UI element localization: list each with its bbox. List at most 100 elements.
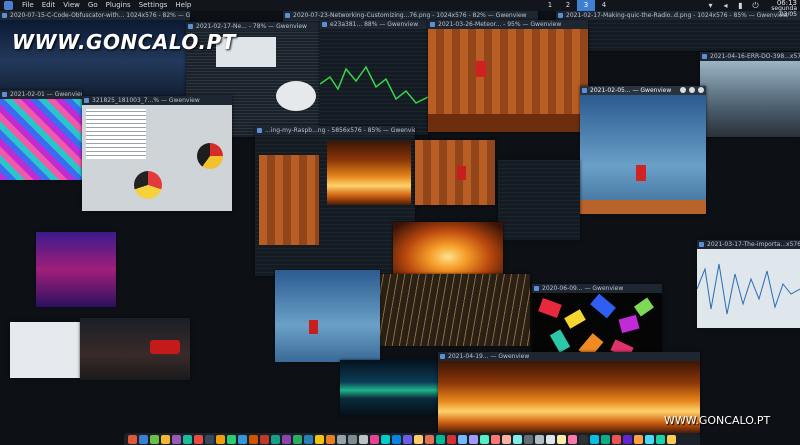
dock-app-icon[interactable] — [150, 434, 159, 444]
dock-app-icon[interactable] — [612, 434, 621, 444]
workspace-1[interactable]: 1 — [541, 0, 559, 11]
dock-app-icon[interactable] — [436, 434, 445, 444]
dock-app-icon[interactable] — [425, 434, 434, 444]
dock-app-icon[interactable] — [579, 434, 588, 444]
maximize-button[interactable] — [689, 87, 695, 93]
menu-file[interactable]: File — [18, 0, 38, 11]
gwenview-icon[interactable] — [4, 1, 13, 10]
dock-app-icon[interactable] — [216, 434, 225, 444]
dock-app-icon[interactable] — [128, 434, 137, 444]
dock-app-icon[interactable] — [414, 434, 423, 444]
workspace-2[interactable]: 2 — [559, 0, 577, 11]
dock-app-icon[interactable] — [447, 434, 456, 444]
dock-app-icon[interactable] — [656, 434, 665, 444]
dock-app-icon[interactable] — [535, 434, 544, 444]
dock-app-icon[interactable] — [205, 434, 214, 444]
window-321825[interactable]: 321825_181003_7...% — Gwenview — [82, 96, 232, 211]
window-karts[interactable] — [80, 318, 190, 380]
dock-app-icon[interactable] — [359, 434, 368, 444]
dock-app-icon[interactable] — [326, 434, 335, 444]
menu-plugins[interactable]: Plugins — [102, 0, 135, 11]
window-aurora[interactable] — [340, 360, 438, 415]
dock-app-icon[interactable] — [557, 434, 566, 444]
menu-help[interactable]: Help — [171, 0, 195, 11]
window-content — [380, 274, 530, 346]
window-e23a[interactable]: e23a381... 88% — Gwenview — [320, 20, 428, 135]
window-dna[interactable] — [275, 270, 380, 362]
dock — [124, 433, 700, 445]
minimize-button[interactable] — [680, 87, 686, 93]
dock-app-icon[interactable] — [161, 434, 170, 444]
dock-app-icon[interactable] — [546, 434, 555, 444]
window-content — [438, 361, 700, 433]
mario-sprite — [309, 320, 318, 334]
dock-app-icon[interactable] — [469, 434, 478, 444]
menu-settings[interactable]: Settings — [135, 0, 172, 11]
clock[interactable]: 06:13 segunda 03/05 — [761, 0, 797, 18]
window-content — [275, 270, 380, 362]
window-2021-04-19[interactable]: 2021-04-19... — Gwenview — [438, 352, 700, 433]
dock-app-icon[interactable] — [601, 434, 610, 444]
dock-app-icon[interactable] — [568, 434, 577, 444]
dock-app-icon[interactable] — [348, 434, 357, 444]
dock-app-icon[interactable] — [238, 434, 247, 444]
menu-edit[interactable]: Edit — [38, 0, 60, 11]
window-2021-02-01[interactable]: 2021-02-01 — Gwenview — [0, 90, 82, 180]
window-mario-2[interactable] — [415, 140, 495, 205]
workspace-switcher: 1 2 3 4 — [541, 0, 613, 11]
power-icon[interactable]: ⏻ — [751, 1, 760, 10]
volume-icon[interactable]: ◂ — [721, 1, 730, 10]
dock-app-icon[interactable] — [194, 434, 203, 444]
dock-app-icon[interactable] — [227, 434, 236, 444]
dock-app-icon[interactable] — [392, 434, 401, 444]
dock-app-icon[interactable] — [403, 434, 412, 444]
dock-app-icon[interactable] — [172, 434, 181, 444]
dock-app-icon[interactable] — [590, 434, 599, 444]
window-importance[interactable]: 2021-03-17-The-importa...x576 — [697, 240, 800, 328]
game-thumbnail — [259, 155, 319, 245]
dock-app-icon[interactable] — [183, 434, 192, 444]
dock-app-icon[interactable] — [370, 434, 379, 444]
dock-app-icon[interactable] — [282, 434, 291, 444]
dock-app-icon[interactable] — [623, 434, 632, 444]
dock-app-icon[interactable] — [337, 434, 346, 444]
dock-app-icon[interactable] — [645, 434, 654, 444]
dock-app-icon[interactable] — [480, 434, 489, 444]
workspace-4[interactable]: 4 — [595, 0, 613, 11]
window-2021-02-05[interactable]: 2021-02-05... — Gwenview — [580, 86, 706, 214]
dock-app-icon[interactable] — [524, 434, 533, 444]
dock-app-icon[interactable] — [458, 434, 467, 444]
workspace-3[interactable]: 3 — [577, 0, 595, 11]
menu-go[interactable]: Go — [84, 0, 102, 11]
menu-view[interactable]: View — [59, 0, 84, 11]
window-err-do[interactable]: 2021-04-16-ERR-DO-398...x576 - 85% — Gwe… — [700, 52, 800, 137]
dock-app-icon[interactable] — [381, 434, 390, 444]
dock-app-icon[interactable] — [502, 434, 511, 444]
dock-app-icon[interactable] — [260, 434, 269, 444]
dock-app-icon[interactable] — [293, 434, 302, 444]
window-lines[interactable] — [380, 274, 530, 346]
close-button[interactable] — [698, 87, 704, 93]
window-raspberry[interactable]: ...ing-my-Raspb...ng - 5856x576 - 85% — … — [255, 126, 415, 276]
dock-app-icon[interactable] — [634, 434, 643, 444]
window-diagram[interactable] — [10, 322, 82, 378]
window-content — [697, 249, 800, 328]
window-meteor[interactable]: 2021-03-26-Meteor... - 95% — Gwenview — [428, 20, 588, 132]
dock-app-icon[interactable] — [513, 434, 522, 444]
battery-icon[interactable]: ▮ — [736, 1, 745, 10]
dock-app-icon[interactable] — [249, 434, 258, 444]
dock-app-icon[interactable] — [271, 434, 280, 444]
window-fire-2[interactable] — [393, 222, 503, 280]
window-content — [36, 232, 116, 307]
dock-app-icon[interactable] — [139, 434, 148, 444]
dock-app-icon[interactable] — [304, 434, 313, 444]
window-content — [393, 222, 503, 280]
window-title: 2021-04-19... — Gwenview — [438, 352, 700, 361]
dock-app-icon[interactable] — [667, 434, 676, 444]
dock-app-icon[interactable] — [491, 434, 500, 444]
dock-app-icon[interactable] — [315, 434, 324, 444]
window-heatmap[interactable] — [36, 232, 116, 307]
wifi-icon[interactable]: ▾ — [706, 1, 715, 10]
window-waves[interactable] — [498, 160, 580, 240]
confetti-piece — [549, 329, 571, 353]
